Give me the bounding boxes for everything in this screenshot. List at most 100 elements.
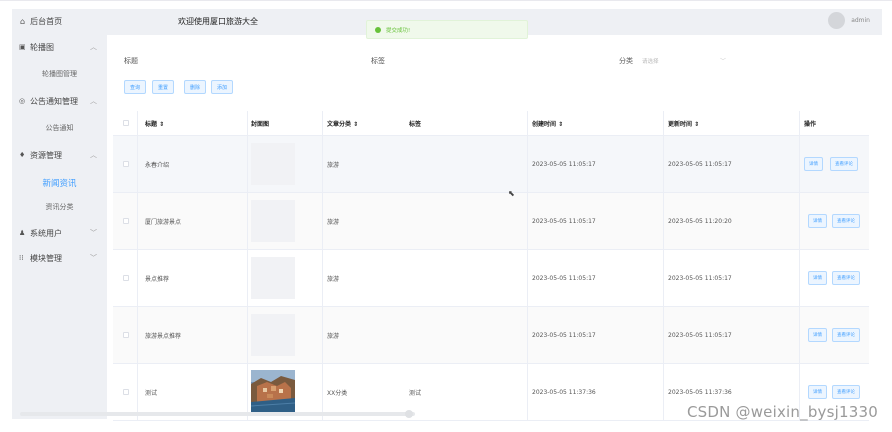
main-content: 标题 标签 分类 请选择 ﹀ 查询 重置 删除 添加 标题 ⇕ 封面图 文章分类…	[107, 35, 882, 421]
select-all-checkbox[interactable]	[123, 120, 129, 126]
detail-button[interactable]: 详情	[804, 157, 823, 171]
sidebar-item-notice-list[interactable]: 公告通知	[12, 119, 107, 137]
row-checkbox[interactable]	[123, 389, 129, 395]
cell-category: 旅游	[327, 218, 340, 226]
view-comments-button[interactable]: 查看评论	[832, 214, 860, 228]
row-checkbox[interactable]	[123, 161, 129, 167]
user-menu[interactable]: admin	[828, 12, 870, 29]
home-icon: ⌂	[20, 17, 26, 26]
column-title[interactable]: 标题 ⇕	[145, 111, 164, 136]
coastal-town-photo	[251, 370, 295, 412]
cover-photo	[251, 370, 295, 412]
chevron-up-icon: ︿	[90, 151, 97, 159]
add-button[interactable]: 添加	[211, 80, 234, 94]
query-button[interactable]: 查询	[124, 80, 147, 94]
column-created[interactable]: 创建时间 ⇕	[532, 111, 563, 136]
cell-updated: 2023-05-05 11:20:20	[668, 217, 732, 225]
watermark: CSDN @weixin_bysj1330	[686, 403, 878, 421]
sidebar-item-resource[interactable]: ♦ 资源管理 ︿	[12, 146, 107, 164]
row-checkbox[interactable]	[123, 275, 129, 281]
cell-created: 2023-05-05 11:05:17	[532, 274, 596, 282]
avatar[interactable]	[828, 12, 846, 29]
cell-updated: 2023-05-05 11:05:17	[668, 160, 732, 168]
resource-icon: ♦	[19, 151, 26, 159]
tag-filter-label: 标签	[371, 57, 385, 65]
username[interactable]: admin	[851, 17, 870, 24]
cell-title: 厦门旅游景点	[145, 218, 182, 226]
home-label: 后台首页	[30, 17, 63, 26]
view-comments-button[interactable]: 查看评论	[832, 328, 860, 342]
sidebar-item-label: 系统用户	[30, 228, 62, 238]
cover-image-placeholder	[251, 257, 295, 299]
cell-category: 旅游	[327, 275, 340, 283]
sidebar-item-label: 公告通知	[45, 124, 74, 132]
sidebar-item-news[interactable]: 新闻资讯	[12, 174, 107, 192]
column-divider	[322, 111, 323, 421]
table-row[interactable]: 厦门旅游景点 旅游 2023-05-05 11:05:17 2023-05-05…	[113, 193, 869, 250]
cell-created: 2023-05-05 11:05:17	[532, 217, 596, 225]
sidebar-item-news-category[interactable]: 资讯分类	[12, 198, 107, 216]
column-ops: 操作	[804, 121, 817, 128]
chevron-up-icon: ︿	[90, 97, 97, 105]
column-updated[interactable]: 更新时间 ⇕	[668, 111, 699, 136]
sidebar-item-label: 公告通知管理	[30, 96, 78, 106]
app-window: ⌂ 后台首页 欢迎使用厦口旅游大全 admin 提交成功! ▣ 轮播图 ︿ 轮播…	[0, 0, 892, 432]
cover-image-placeholder	[251, 143, 295, 185]
success-icon	[375, 26, 381, 33]
home-link[interactable]: ⌂ 后台首页	[20, 16, 62, 27]
title-filter-label: 标题	[124, 57, 138, 65]
column-cover: 封面图	[251, 121, 270, 128]
detail-button[interactable]: 详情	[808, 214, 827, 228]
table-row[interactable]: 永春介绍 旅游 2023-05-05 11:05:17 2023-05-05 1…	[113, 136, 869, 193]
table-row[interactable]: 景点推荐 旅游 2023-05-05 11:05:17 2023-05-05 1…	[113, 250, 869, 307]
view-comments-button[interactable]: 查看评论	[832, 385, 860, 399]
view-comments-button[interactable]: 查看评论	[832, 271, 860, 285]
view-comments-button[interactable]: 查看评论	[830, 157, 858, 171]
cell-category: 旅游	[327, 161, 340, 169]
cell-title: 景点推荐	[145, 275, 170, 283]
sidebar-item-notice[interactable]: ◎ 公告通知管理 ︿	[12, 92, 107, 110]
sidebar-item-carousel[interactable]: ▣ 轮播图 ︿	[12, 38, 107, 56]
cover-image-placeholder	[251, 200, 295, 242]
filter-bar: 标题 标签 分类 请选择 ﹀ 查询 重置 删除 添加	[107, 35, 882, 95]
sidebar-item-label: 资讯分类	[45, 203, 74, 211]
cell-created: 2023-05-05 11:37:36	[532, 388, 596, 396]
sidebar: ▣ 轮播图 ︿ 轮播图管理 ◎ 公告通知管理 ︿ 公告通知 ♦ 资源管理 ︿ 新…	[12, 35, 107, 419]
detail-button[interactable]: 详情	[808, 328, 827, 342]
cell-updated: 2023-05-05 11:05:17	[668, 274, 732, 282]
image-icon: ▣	[19, 43, 26, 51]
scrollbar-thumb[interactable]	[405, 410, 413, 418]
notice-icon: ◎	[19, 97, 26, 105]
mouse-cursor-icon: ⬉	[508, 189, 515, 198]
cover-image-placeholder	[251, 314, 295, 356]
sidebar-item-carousel-manage[interactable]: 轮播图管理	[12, 65, 107, 83]
sidebar-item-modules[interactable]: ⁞⁞ 模块管理 ﹀	[12, 249, 107, 267]
sidebar-item-label: 资源管理	[30, 150, 62, 160]
column-tags: 标签	[409, 121, 422, 128]
row-checkbox[interactable]	[123, 218, 129, 224]
chevron-down-icon: ﹀	[90, 229, 97, 237]
column-divider	[137, 111, 138, 421]
horizontal-scrollbar[interactable]	[20, 412, 415, 416]
sidebar-item-label: 新闻资讯	[42, 179, 77, 189]
user-icon: ♟	[19, 229, 26, 237]
chevron-down-icon[interactable]: ﹀	[720, 56, 726, 65]
reset-button[interactable]: 重置	[152, 80, 175, 94]
column-divider	[247, 111, 248, 421]
delete-button[interactable]: 删除	[184, 80, 207, 94]
category-filter-label: 分类	[619, 57, 633, 65]
cell-created: 2023-05-05 11:05:17	[532, 331, 596, 339]
detail-button[interactable]: 详情	[808, 271, 827, 285]
category-select[interactable]: 请选择	[642, 57, 659, 65]
toast-message: 提交成功!	[386, 27, 411, 34]
sidebar-item-system-users[interactable]: ♟ 系统用户 ﹀	[12, 224, 107, 242]
row-checkbox[interactable]	[123, 332, 129, 338]
table-row[interactable]: 旅游景点推荐 旅游 2023-05-05 11:05:17 2023-05-05…	[113, 307, 869, 364]
cell-updated: 2023-05-05 11:05:17	[668, 331, 732, 339]
table-header: 标题 ⇕ 封面图 文章分类 ⇕ 标签 创建时间 ⇕ 更新时间 ⇕ 操作	[113, 111, 869, 136]
cell-title: 永春介绍	[145, 161, 170, 169]
cell-category: 旅游	[327, 332, 340, 340]
detail-button[interactable]: 详情	[808, 385, 827, 399]
column-category[interactable]: 文章分类 ⇕	[327, 111, 358, 136]
chevron-down-icon: ﹀	[90, 254, 97, 262]
